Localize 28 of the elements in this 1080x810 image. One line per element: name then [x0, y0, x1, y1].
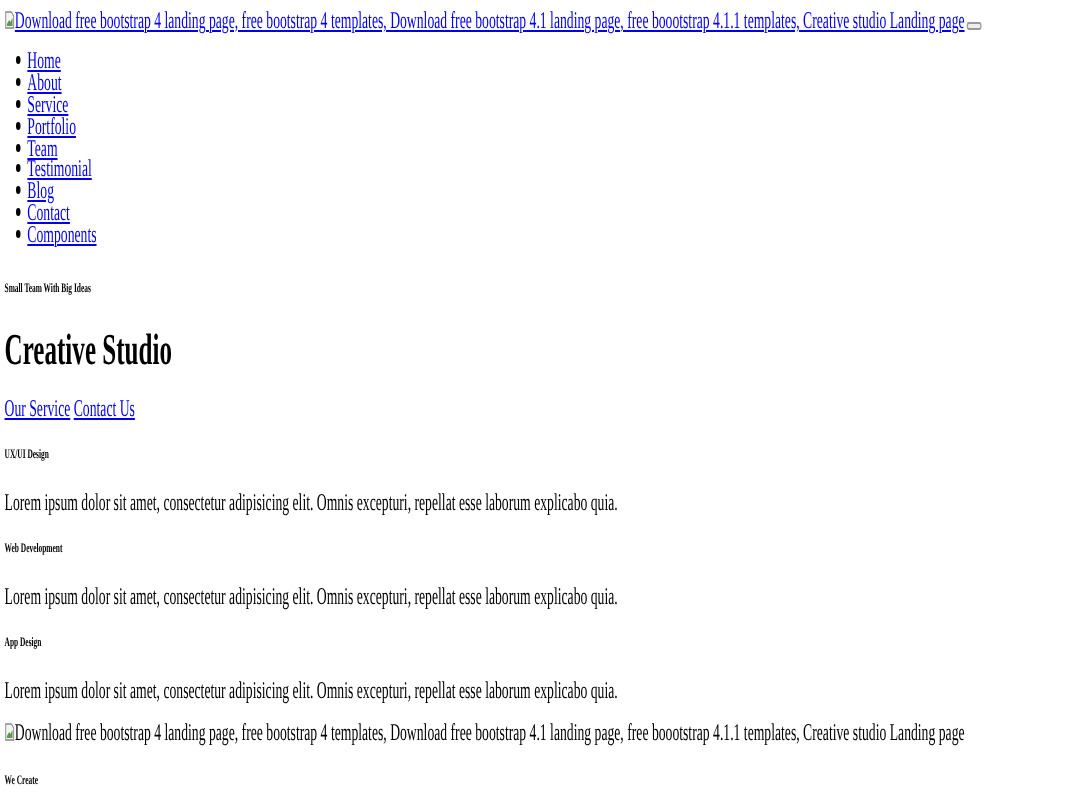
nav-link[interactable]: Team [27, 135, 58, 160]
hero-title: Creative Studio [4, 326, 172, 375]
hero-link[interactable]: Contact Us [73, 396, 135, 421]
logo-link[interactable]: Download free bootstrap 4 landing page, free bootstrap 4 templates, Download free bootstrap 4.1 landing page, free boootstrap 4.1.1 templates, Creative studio Landing page [4, 8, 965, 32]
nav-link[interactable]: Testimonial [27, 156, 92, 181]
nav-link[interactable]: Components [27, 221, 97, 246]
hero-link[interactable]: Our Service [4, 396, 71, 421]
service-description: Lorem ipsum dolor sit amet, consectetur adipisicing elit. Omnis excepturi, repellat esse laborum explicabo quia. [4, 582, 618, 611]
bullet-icon [15, 56, 21, 65]
bullet-icon [15, 78, 21, 87]
bullet-icon [15, 121, 21, 130]
bullet-icon [15, 207, 21, 216]
nav-link[interactable]: Service [27, 92, 69, 116]
bullet-icon [15, 99, 21, 108]
bullet-icon [15, 186, 21, 195]
image-alt-text: Download free bootstrap 4 landing page, free bootstrap 4 templates, Download free bootstrap 4.1 landing page, free boootstrap 4.1.1 templates, Creative studio Landing page [4, 718, 965, 747]
bullet-icon [15, 164, 21, 173]
nav-link[interactable]: Blog [27, 178, 54, 203]
bullet-icon [15, 229, 21, 238]
service-description: Lorem ipsum dolor sit amet, consectetur adipisicing elit. Omnis excepturi, repellat esse laborum explicabo quia. [4, 676, 618, 705]
service-description: Lorem ipsum dolor sit amet, consectetur adipisicing elit. Omnis excepturi, repellat esse laborum explicabo quia. [4, 488, 618, 517]
broken-image-icon [4, 722, 15, 743]
nav-link[interactable]: Home [27, 48, 61, 73]
menu-toggle-button[interactable] [966, 22, 982, 30]
bullet-icon [15, 143, 21, 152]
broken-image-icon [4, 10, 15, 30]
nav-link[interactable]: About [27, 70, 62, 95]
nav-link[interactable]: Portfolio [27, 113, 76, 138]
